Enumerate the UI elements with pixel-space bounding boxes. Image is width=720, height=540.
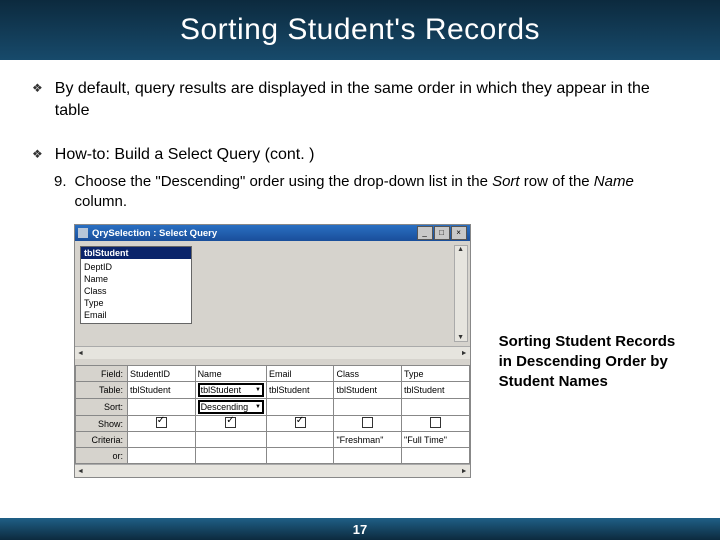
step-text: Choose the "Descending" order using the … [75,172,688,212]
window-icon [78,228,88,238]
bullet-text: By default, query results are displayed … [55,78,688,122]
field-item[interactable]: Email [84,309,188,321]
window-title: QrySelection : Select Query [92,228,417,239]
screenshot-area: QrySelection : Select Query _ □ × tblStu… [74,224,688,478]
grid-cell[interactable] [266,416,334,432]
scroll-left-icon[interactable]: ◄ [77,350,84,357]
grid-row-or: or: [76,448,470,464]
scroll-right-icon[interactable]: ► [461,468,468,475]
grid-label: Criteria: [76,432,128,448]
scroll-down-icon[interactable]: ▼ [457,334,464,341]
grid-cell[interactable]: Name [195,366,266,382]
grid-cell[interactable]: tblStudent▼ [195,382,266,399]
grid-cell[interactable]: tblStudent [266,382,334,399]
access-query-window: QrySelection : Select Query _ □ × tblStu… [74,224,471,478]
field-item[interactable]: Type [84,297,188,309]
grid-label: Field: [76,366,128,382]
show-checkbox[interactable] [295,417,306,428]
field-item[interactable]: DeptID [84,261,188,273]
window-titlebar: QrySelection : Select Query _ □ × [75,225,470,241]
grid-cell[interactable]: tblStudent [402,382,470,399]
grid-cell[interactable] [128,448,196,464]
grid-cell[interactable] [266,399,334,416]
grid-label: or: [76,448,128,464]
grid-row-sort: Sort: Descending▼ [76,399,470,416]
show-checkbox[interactable] [362,417,373,428]
chevron-down-icon: ▼ [255,404,261,410]
table-field-header: tblStudent [81,247,191,259]
grid-cell[interactable] [128,416,196,432]
field-item[interactable]: Name [84,273,188,285]
close-button[interactable]: × [451,226,467,240]
scroll-left-icon[interactable]: ◄ [77,468,84,475]
show-checkbox[interactable] [225,417,236,428]
bullet-item: ❖ How-to: Build a Select Query (cont. ) [32,144,688,166]
grid-cell[interactable] [195,448,266,464]
grid-cell[interactable] [128,399,196,416]
grid-label: Sort: [76,399,128,416]
table-dropdown[interactable]: tblStudent▼ [198,383,264,397]
grid-cell[interactable] [266,432,334,448]
grid-cell[interactable]: "Freshman" [334,432,402,448]
field-item[interactable]: Class [84,285,188,297]
diamond-bullet-icon: ❖ [32,144,43,166]
footer-bar: 17 [0,518,720,540]
grid-cell[interactable]: Class [334,366,402,382]
table-field-body: DeptID Name Class Type Email [81,259,191,323]
step-item: 9. Choose the "Descending" order using t… [54,172,688,212]
grid-cell[interactable]: StudentID [128,366,196,382]
grid-row-field: Field: StudentID Name Email Class Type [76,366,470,382]
grid-cell[interactable]: tblStudent [128,382,196,399]
grid-row-table: Table: tblStudent tblStudent▼ tblStudent… [76,382,470,399]
grid-cell[interactable] [334,399,402,416]
grid-cell[interactable] [402,399,470,416]
page-number: 17 [353,522,367,537]
grid-cell[interactable] [334,448,402,464]
grid-cell[interactable] [195,416,266,432]
window-buttons: _ □ × [417,226,467,240]
vertical-scrollbar[interactable]: ▲ ▼ [454,245,468,342]
content-area: ❖ By default, query results are displaye… [0,60,720,478]
show-checkbox[interactable] [430,417,441,428]
grid-cell[interactable] [128,432,196,448]
chevron-down-icon: ▼ [255,387,261,393]
horizontal-scrollbar[interactable]: ◄ ► [75,346,470,359]
grid-label: Show: [76,416,128,432]
grid-cell[interactable] [266,448,334,464]
grid-cell[interactable] [402,448,470,464]
scroll-right-icon[interactable]: ► [461,350,468,357]
bullet-text: How-to: Build a Select Query (cont. ) [55,144,315,166]
grid-cell[interactable]: Email [266,366,334,382]
step-number: 9. [54,172,67,212]
grid-row-show: Show: [76,416,470,432]
grid-cell[interactable]: "Full Time" [402,432,470,448]
title-band: Sorting Student's Records [0,0,720,60]
callout-text: Sorting Student Records in Descending Or… [499,332,688,392]
grid-cell[interactable] [195,432,266,448]
grid-row-criteria: Criteria: "Freshman" "Full Time" [76,432,470,448]
maximize-button[interactable]: □ [434,226,450,240]
grid-cell[interactable] [402,416,470,432]
table-field-list[interactable]: tblStudent DeptID Name Class Type Email [80,246,192,324]
query-design-pane: tblStudent DeptID Name Class Type Email … [75,241,470,346]
slide-title: Sorting Student's Records [180,13,540,47]
scroll-up-icon[interactable]: ▲ [457,246,464,253]
grid-cell[interactable]: Type [402,366,470,382]
show-checkbox[interactable] [156,417,167,428]
horizontal-scrollbar[interactable]: ◄ ► [75,464,470,477]
grid-cell[interactable]: Descending▼ [195,399,266,416]
grid-label: Table: [76,382,128,399]
bullet-item: ❖ By default, query results are displaye… [32,78,688,122]
grid-cell[interactable]: tblStudent [334,382,402,399]
minimize-button[interactable]: _ [417,226,433,240]
diamond-bullet-icon: ❖ [32,78,43,122]
query-design-grid: Field: StudentID Name Email Class Type T… [75,365,470,464]
sort-dropdown[interactable]: Descending▼ [198,400,264,414]
grid-cell[interactable] [334,416,402,432]
